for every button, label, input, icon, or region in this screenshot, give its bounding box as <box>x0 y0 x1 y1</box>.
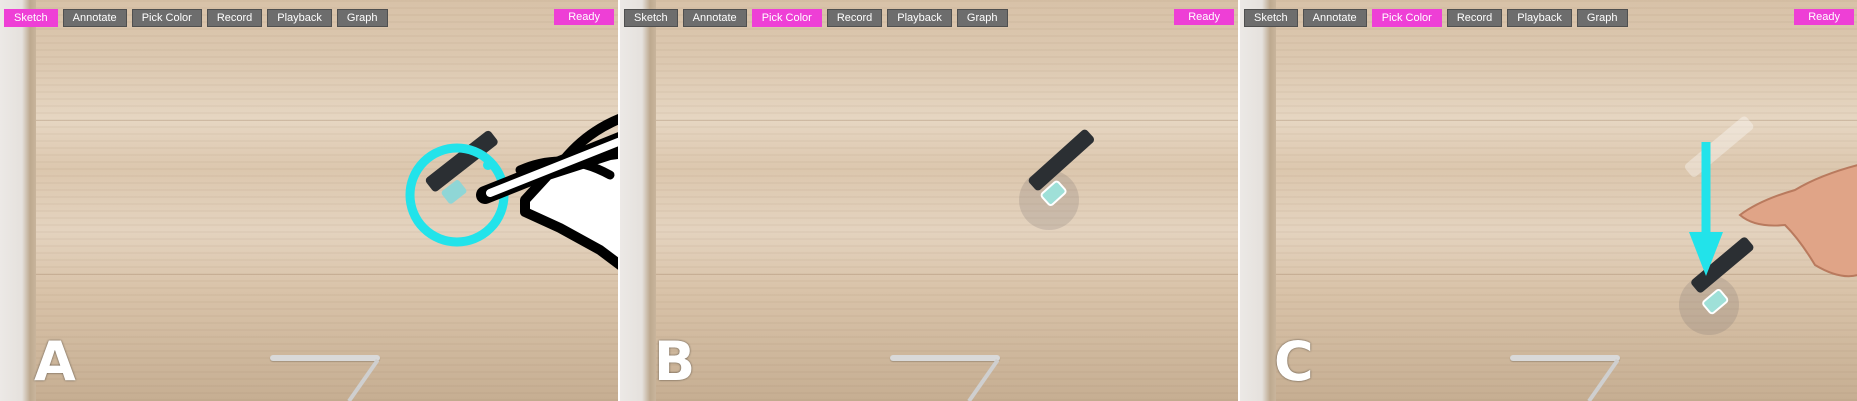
hand-with-stylus-icon <box>476 114 618 270</box>
panel-label: B <box>654 330 696 393</box>
playback-button[interactable]: Playback <box>267 9 332 27</box>
graph-button[interactable]: Graph <box>1576 9 1628 27</box>
toolbar: Sketch Annotate Pick Color Record Playba… <box>4 9 388 27</box>
graph-button[interactable]: Graph <box>336 9 388 27</box>
status-badge: Ready <box>1794 9 1854 25</box>
sketch-button[interactable]: Sketch <box>1244 9 1298 27</box>
panel-label: C <box>1274 330 1314 393</box>
playback-button[interactable]: Playback <box>887 9 952 27</box>
annotate-button[interactable]: Annotate <box>1302 9 1367 27</box>
sketch-button[interactable]: Sketch <box>4 9 58 27</box>
status-badge: Ready <box>1174 9 1234 25</box>
status-badge: Ready <box>554 9 614 25</box>
sketch-button[interactable]: Sketch <box>624 9 678 27</box>
panel-c: Sketch Annotate Pick Color Record Playba… <box>1240 0 1857 401</box>
panel-b: Sketch Annotate Pick Color Record Playba… <box>620 0 1238 401</box>
scene-overlay <box>1019 129 1095 230</box>
toolbar: Sketch Annotate Pick Color Record Playba… <box>1244 9 1628 27</box>
pick-color-button[interactable]: Pick Color <box>751 9 822 27</box>
record-button[interactable]: Record <box>1446 9 1503 27</box>
playback-button[interactable]: Playback <box>1507 9 1572 27</box>
annotate-button[interactable]: Annotate <box>62 9 127 27</box>
record-button[interactable]: Record <box>826 9 883 27</box>
pick-color-button[interactable]: Pick Color <box>131 9 202 27</box>
annotate-button[interactable]: Annotate <box>682 9 747 27</box>
toolbar: Sketch Annotate Pick Color Record Playba… <box>624 9 1008 27</box>
panel-label: A <box>34 330 76 393</box>
scene-overlay <box>1679 116 1857 335</box>
ghost-pen-icon <box>1684 116 1754 177</box>
graph-button[interactable]: Graph <box>956 9 1008 27</box>
scene-overlay <box>405 114 618 270</box>
hand-icon <box>1738 164 1857 278</box>
panel-a: Sketch Annotate Pick Color Record Playba… <box>0 0 618 401</box>
record-button[interactable]: Record <box>206 9 263 27</box>
pick-color-button[interactable]: Pick Color <box>1371 9 1442 27</box>
